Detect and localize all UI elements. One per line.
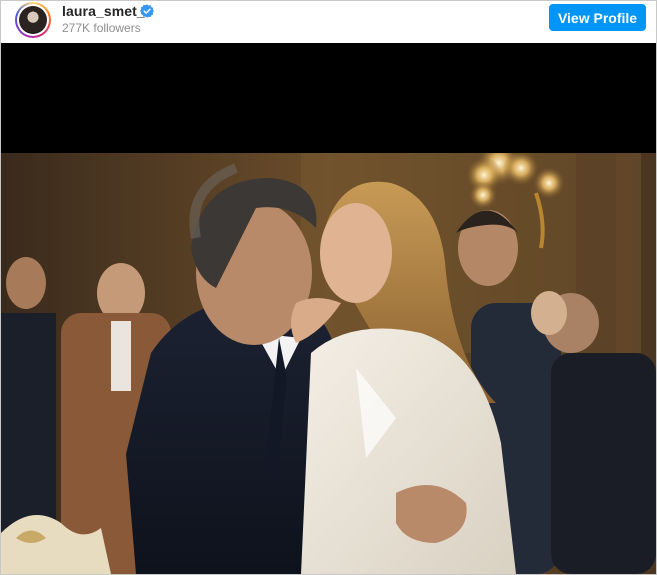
- embed-header: laura_smet_ 277K followers View Profile: [1, 1, 656, 43]
- view-profile-button[interactable]: View Profile: [549, 4, 646, 31]
- instagram-embed: laura_smet_ 277K followers View Profile: [0, 0, 657, 575]
- post-media[interactable]: [1, 43, 656, 574]
- photo-illustration: [1, 153, 656, 574]
- avatar-image: [19, 6, 47, 34]
- username-link[interactable]: laura_smet_: [62, 3, 145, 19]
- avatar[interactable]: [15, 2, 51, 38]
- followers-count: 277K followers: [62, 21, 141, 35]
- wedding-kiss-photo: [1, 153, 656, 574]
- verified-badge-icon: [140, 4, 154, 18]
